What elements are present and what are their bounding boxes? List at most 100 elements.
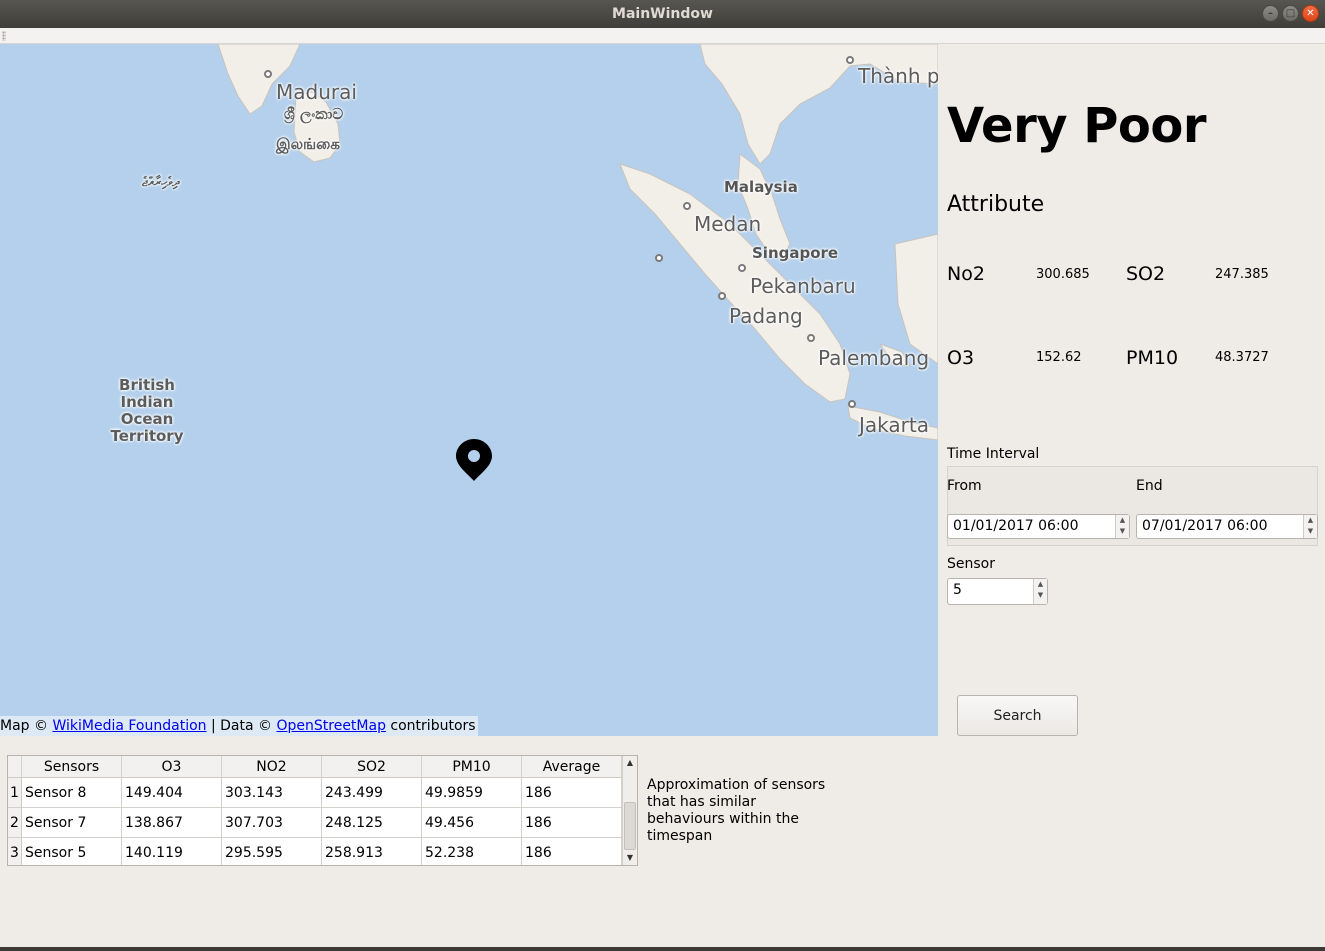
o3-value: 152.62 [1036, 350, 1082, 365]
row-header[interactable]: 1 [8, 778, 22, 808]
attribution-suffix: contributors [385, 718, 476, 734]
window-title: MainWindow [612, 6, 713, 22]
column-header[interactable]: PM10 [422, 756, 522, 778]
chevron-down-icon[interactable]: ▼ [1116, 526, 1129, 537]
from-spin-arrows[interactable]: ▲ ▼ [1115, 515, 1129, 538]
city-dot [718, 292, 726, 300]
chevron-down-icon[interactable]: ▼ [1034, 590, 1047, 601]
map-label-madurai: Madurai [276, 80, 357, 104]
city-dot [848, 400, 856, 408]
table-cell[interactable]: 303.143 [222, 778, 322, 808]
table-cell[interactable]: 248.125 [322, 808, 422, 838]
from-datetime-value: 01/01/2017 06:00 [953, 518, 1079, 534]
window-titlebar: MainWindow – □ ✕ [0, 0, 1325, 28]
pm10-value: 48.3727 [1215, 350, 1269, 365]
table-corner [8, 756, 22, 778]
column-header[interactable]: O3 [122, 756, 222, 778]
map-label-pekanbaru: Pekanbaru [750, 274, 856, 298]
so2-label: SO2 [1126, 263, 1166, 285]
table-cell[interactable]: Sensor 5 [22, 838, 122, 865]
approximation-note: Approximation of sensors that has simila… [647, 777, 826, 844]
table-scrollbar[interactable]: ▲ ▼ [622, 756, 637, 865]
table-cell[interactable]: 140.119 [122, 838, 222, 865]
window-bottom-edge [0, 947, 1325, 951]
table-cell[interactable]: 138.867 [122, 808, 222, 838]
from-datetime-input[interactable]: 01/01/2017 06:00 ▲ ▼ [947, 514, 1130, 539]
table-cell[interactable]: 186 [522, 838, 622, 865]
pm10-label: PM10 [1126, 347, 1179, 369]
end-label: End [1136, 478, 1163, 494]
column-header[interactable]: Average [522, 756, 622, 778]
table-cell[interactable]: 49.9859 [422, 778, 522, 808]
time-interval-label: Time Interval [947, 446, 1040, 462]
table-cell[interactable]: 52.238 [422, 838, 522, 865]
city-dot [655, 254, 663, 262]
city-dot [738, 264, 746, 272]
no2-value: 300.685 [1036, 267, 1090, 282]
toolbar-grip-icon[interactable] [2, 31, 6, 41]
table-cell[interactable]: 149.404 [122, 778, 222, 808]
table-cell[interactable]: 307.703 [222, 808, 322, 838]
chevron-up-icon[interactable]: ▲ [1304, 515, 1317, 526]
map-label-padang: Padang [729, 304, 803, 328]
end-datetime-input[interactable]: 07/01/2017 06:00 ▲ ▼ [1136, 514, 1318, 539]
map-pin-icon[interactable] [455, 438, 493, 486]
map-label-singapore: Singapore [752, 244, 839, 262]
map-label-malaysia: Malaysia [724, 178, 798, 196]
sensor-value: 5 [953, 582, 962, 598]
sensor-spinbox[interactable]: 5 ▲ ▼ [947, 578, 1048, 605]
close-icon[interactable]: ✕ [1302, 5, 1319, 22]
map-label-srilanka-si: ශ්‍රී ලංකාව [284, 105, 344, 123]
city-dot [683, 202, 691, 210]
table-cell[interactable]: 186 [522, 808, 622, 838]
row-header[interactable]: 2 [8, 808, 22, 838]
table-cell[interactable]: 49.456 [422, 808, 522, 838]
so2-value: 247.385 [1215, 267, 1269, 282]
map-view[interactable]: Madurai ශ්‍රී ලංකාව இலங்கை ދިވެހިރާއްޖެ … [0, 44, 938, 736]
o3-label: O3 [947, 347, 975, 369]
search-button[interactable]: Search [957, 695, 1078, 736]
map-label-jakarta: Jakarta [859, 413, 929, 437]
table-cell[interactable]: Sensor 8 [22, 778, 122, 808]
no2-label: No2 [947, 263, 985, 285]
table-cell[interactable]: Sensor 7 [22, 808, 122, 838]
map-label-palembang: Palembang [818, 346, 930, 370]
column-header[interactable]: NO2 [222, 756, 322, 778]
attribution-middle: | Data © [206, 718, 277, 734]
window-controls: – □ ✕ [1262, 5, 1319, 22]
wikimedia-link[interactable]: WikiMedia Foundation [52, 718, 206, 734]
map-label-maldives: ދިވެހިރާއްޖެ [142, 175, 180, 190]
menu-bar [0, 28, 1325, 44]
scroll-down-icon[interactable]: ▼ [623, 851, 637, 865]
map-label-medan: Medan [694, 212, 762, 236]
sensor-label: Sensor [947, 556, 995, 572]
city-dot [264, 70, 272, 78]
attribute-heading: Attribute [947, 192, 1045, 217]
minimize-icon[interactable]: – [1262, 5, 1279, 22]
chevron-up-icon[interactable]: ▲ [1034, 579, 1047, 590]
openstreetmap-link[interactable]: OpenStreetMap [276, 718, 385, 734]
chevron-up-icon[interactable]: ▲ [1116, 515, 1129, 526]
end-datetime-value: 07/01/2017 06:00 [1142, 518, 1268, 534]
map-attribution: Map © WikiMedia Foundation | Data © Open… [0, 716, 478, 736]
scroll-up-icon[interactable]: ▲ [623, 756, 637, 770]
maximize-icon[interactable]: □ [1282, 5, 1299, 22]
map-label-biot: British Indian Ocean Territory [110, 376, 184, 445]
city-dot [846, 56, 854, 64]
end-spin-arrows[interactable]: ▲ ▼ [1303, 515, 1317, 538]
scrollbar-thumb[interactable] [624, 802, 636, 850]
column-header[interactable]: SO2 [322, 756, 422, 778]
map-label-srilanka-ta: இலங்கை [276, 135, 340, 153]
similar-sensors-table[interactable]: Sensors O3 NO2 SO2 PM10 Average 1 Sensor… [7, 755, 638, 866]
chevron-down-icon[interactable]: ▼ [1304, 526, 1317, 537]
from-label: From [947, 478, 982, 494]
air-quality-status: Very Poor [947, 98, 1207, 154]
sensor-spin-arrows[interactable]: ▲ ▼ [1033, 579, 1047, 604]
table-cell[interactable]: 295.595 [222, 838, 322, 865]
table-cell[interactable]: 258.913 [322, 838, 422, 865]
table-cell[interactable]: 243.499 [322, 778, 422, 808]
row-header[interactable]: 3 [8, 838, 22, 865]
column-header[interactable]: Sensors [22, 756, 122, 778]
table-cell[interactable]: 186 [522, 778, 622, 808]
attribution-prefix: Map © [0, 718, 53, 734]
